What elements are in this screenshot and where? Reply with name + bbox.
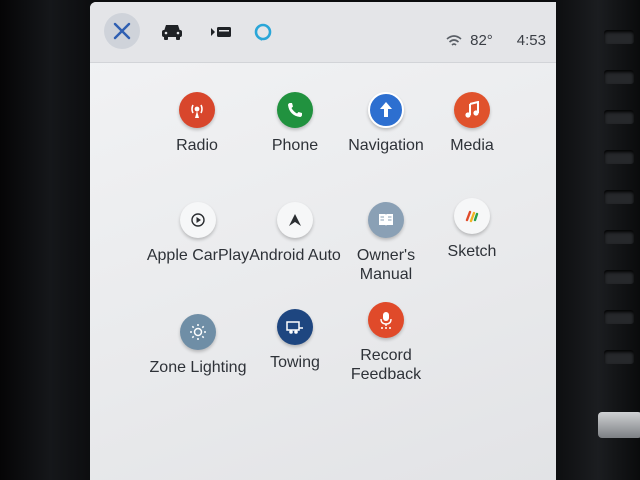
media-source-button[interactable] <box>209 20 233 44</box>
zone-lighting-icon <box>180 314 216 350</box>
carplay-icon <box>180 202 216 238</box>
clock: 4:53 <box>516 32 546 49</box>
infotainment-screen: 82° 4:53 Radio Phone Navigation Media Ap… <box>90 2 556 480</box>
alexa-button[interactable] <box>253 20 273 44</box>
app-media[interactable]: Media <box>412 92 532 155</box>
vent-slat <box>604 230 634 244</box>
app-label: Record Feedback <box>350 347 422 383</box>
car-icon <box>162 25 182 40</box>
left-bezel <box>0 0 92 480</box>
temperature-readout: 82° <box>470 32 493 49</box>
android-auto-icon <box>277 202 313 238</box>
vent-slat <box>604 150 634 164</box>
navigation-icon <box>368 92 404 128</box>
music-note-icon <box>454 92 490 128</box>
dashboard-knob <box>598 412 640 438</box>
close-button[interactable] <box>104 13 140 49</box>
manual-book-icon <box>368 202 404 238</box>
alexa-icon <box>254 23 272 41</box>
vehicle-button[interactable] <box>160 20 184 44</box>
radio-icon <box>179 92 215 128</box>
sketch-icon <box>454 198 490 234</box>
vent-slat <box>604 110 634 124</box>
trailer-icon <box>277 309 313 345</box>
vent-slat <box>604 350 634 364</box>
app-label: Sketch <box>447 243 497 260</box>
wifi-icon <box>446 34 462 46</box>
app-label: Media <box>450 137 494 154</box>
vent-slat <box>604 30 634 44</box>
phone-icon <box>277 92 313 128</box>
close-icon <box>113 22 131 40</box>
vent-slat <box>604 70 634 84</box>
status-bar: 82° 4:53 <box>90 2 556 63</box>
microphone-icon <box>368 302 404 338</box>
app-sketch[interactable]: Sketch <box>412 198 532 261</box>
vent-slat <box>604 310 634 324</box>
app-record-feedback[interactable]: Record Feedback <box>326 302 446 384</box>
vent-slat <box>604 190 634 204</box>
media-source-icon <box>211 27 231 37</box>
status-indicators: 82° 4:53 <box>446 32 546 49</box>
vent-slat <box>604 270 634 284</box>
